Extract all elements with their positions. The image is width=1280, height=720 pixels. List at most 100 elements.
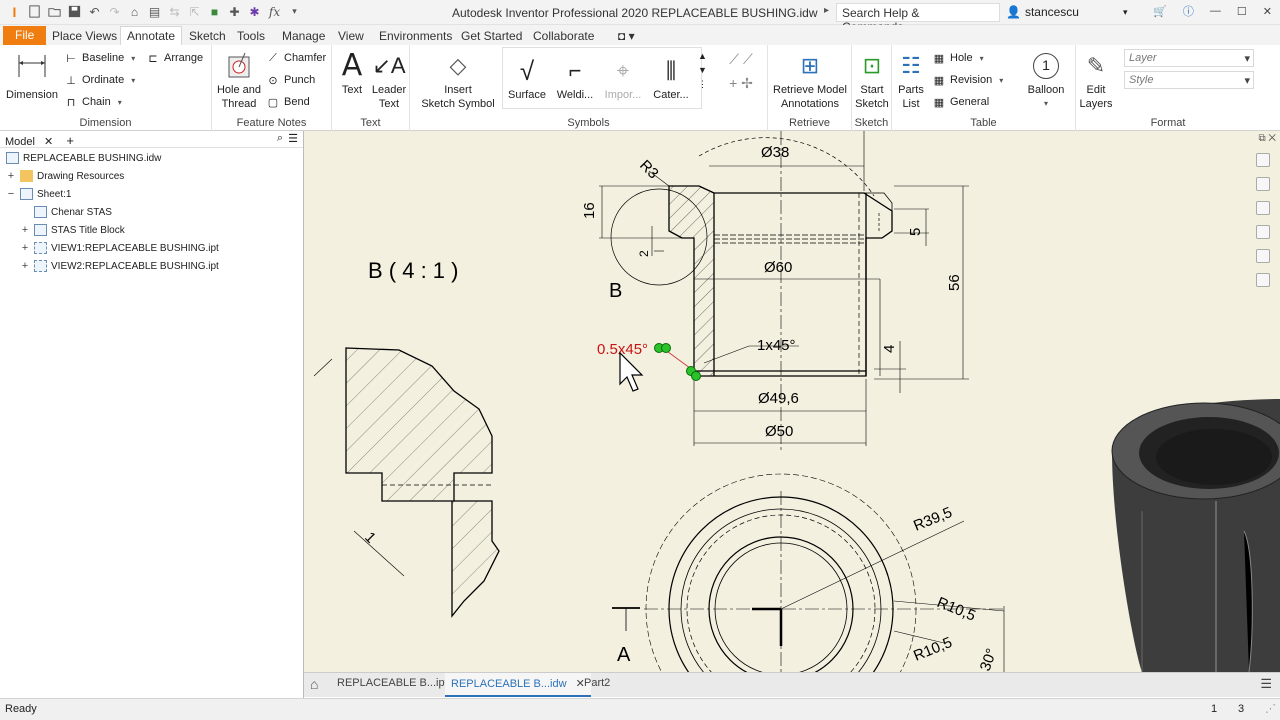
zoom-all-icon[interactable] [1256,225,1270,239]
doc-tab-idw[interactable]: REPLACEABLE B...idw ✕ [445,673,591,697]
tab-get-started[interactable]: Get Started [461,27,522,45]
hole-table-button[interactable]: ▦ Hole ▾ [932,51,984,65]
surface-symbol-button[interactable]: √ Surface [505,54,549,102]
leader-text-button[interactable]: ↙A Leader Text [370,49,408,111]
select-icon[interactable]: ⇱ [186,3,203,20]
tab-environments[interactable]: Environments [379,27,452,45]
retrieve-model-annotations-button[interactable]: ⊞ Retrieve Model Annotations [770,49,850,111]
tab-place-views[interactable]: Place Views [52,27,117,45]
balloon-icon: 1 [1033,53,1059,79]
insert-sketch-symbol-button[interactable]: ◇ Insert Sketch Symbol [416,49,500,111]
dimension-button[interactable]: Dimension [4,49,60,102]
material-icon[interactable]: ■ [206,3,223,20]
minimize-icon[interactable]: — [1210,5,1221,17]
doc-tab-ipt[interactable]: REPLACEABLE B...ipt [337,677,448,689]
customize-dropdown-icon[interactable]: ▾ [286,3,303,20]
hole-thread-icon [228,52,250,78]
arrange-button[interactable]: ⊏ Arrange [146,51,203,65]
browser-add-tab-icon[interactable]: + [66,133,74,148]
expand-icon[interactable]: + [20,260,30,272]
tree-item-border[interactable]: Chenar STAS [20,206,112,218]
edit-layers-button[interactable]: ✎ Edit Layers [1078,49,1114,111]
update-icon[interactable]: ⇆ [166,3,183,20]
print-icon[interactable]: ▤ [146,3,163,20]
tab-view[interactable]: View [338,27,364,45]
browser-header: Model ✕ + ⌕ ☰ [0,131,303,148]
balloon-button[interactable]: 1 Balloon ▾ [1024,49,1068,111]
start-sketch-button[interactable]: ⊡ Start Sketch [854,49,890,111]
tree-item-sheet[interactable]: − Sheet:1 [6,188,71,200]
doc-tab-part2[interactable]: Part2 [584,677,610,689]
zoom-icon[interactable] [1256,201,1270,215]
baseline-button[interactable]: ⊢ Baseline ▾ [64,51,135,65]
tab-file[interactable]: File [3,26,47,45]
import-symbol-button[interactable]: ⌖ Impor... [601,54,645,102]
tab-sketch[interactable]: Sketch [189,27,226,45]
tree-item-view1[interactable]: + VIEW1:REPLACEABLE BUSHING.ipt [20,242,219,254]
tree-item-document[interactable]: REPLACEABLE BUSHING.idw [6,152,161,164]
chain-button[interactable]: ⊓ Chain ▾ [64,95,122,109]
punch-button[interactable]: ⊙ Punch [266,73,315,87]
user-dropdown-icon[interactable]: ▾ [1123,7,1128,18]
bend-button[interactable]: ▢ Bend [266,95,310,109]
style-select[interactable]: Style [1124,71,1254,89]
tree-item-view2[interactable]: + VIEW2:REPLACEABLE BUSHING.ipt [20,260,219,272]
expand-icon[interactable]: + [6,170,16,182]
help-icon[interactable]: ⓘ [1183,3,1194,19]
expand-icon[interactable]: + [20,224,30,236]
tab-tools[interactable]: Tools [237,27,265,45]
fx-icon[interactable]: fx [266,3,283,20]
add-icon[interactable]: ✚ [226,3,243,20]
cart-icon[interactable]: 🛒 [1153,5,1167,18]
undo-icon[interactable]: ↶ [86,3,103,20]
tree-item-drawing-resources[interactable]: + Drawing Resources [6,170,124,182]
new-icon[interactable] [26,3,43,20]
browser-tab-model[interactable]: Model [5,136,35,148]
tree-item-title-block[interactable]: + STAS Title Block [20,224,125,236]
browser-search-icon[interactable]: ⌕ [277,132,283,145]
expand-icon[interactable]: + [20,242,30,254]
maximize-icon[interactable]: ☐ [1237,5,1247,18]
close-icon[interactable]: ✕ [1263,5,1272,18]
gallery-scroll[interactable]: ▲ ▼ ⋮ [698,49,707,91]
revision-table-button[interactable]: ▦ Revision ▾ [932,73,1003,87]
hole-thread-button[interactable]: Hole and Thread [214,49,264,111]
text-button[interactable]: A Text [338,49,366,97]
zoom-window-icon[interactable] [1256,249,1270,263]
browser-tab-close-icon[interactable]: ✕ [44,136,53,148]
document-menu-icon[interactable]: ☰ [1260,676,1272,692]
resize-grip-icon[interactable]: ⋰ [1265,702,1276,715]
chamfer-button[interactable]: ⟋ Chamfer [266,51,326,65]
caterpillar-button[interactable]: ⫼ Cater... [649,54,693,102]
redo-icon[interactable]: ↷ [106,3,123,20]
orbit-icon[interactable] [1256,273,1270,287]
save-icon[interactable] [66,3,83,20]
home-icon[interactable]: ⌂ [126,3,143,20]
symbol-small-tools[interactable]: ⟋ ⟋ + ✢ [716,47,766,95]
canvas-window-controls[interactable]: ⧉ ✕ [1258,133,1276,144]
welding-symbol-button[interactable]: ⌐ Weldi... [553,54,597,102]
drawing-canvas[interactable]: B ( 4 : 1 ) B A R3 Ø38 16 2 5 56 Ø60 0.5… [304,131,1280,672]
search-expand-icon[interactable]: ▸ [824,5,829,16]
search-help-input[interactable]: Search Help & Commands... [836,3,1000,34]
tab-annotate[interactable]: Annotate [120,26,183,46]
ribbon-display-options-icon[interactable]: ◘ ▾ [618,27,635,45]
tab-manage[interactable]: Manage [282,27,325,45]
general-table-button[interactable]: ▦ General [932,95,989,109]
collapse-icon[interactable]: − [6,188,16,200]
ilogic-icon[interactable]: ✱ [246,3,263,20]
layer-select[interactable]: Layer [1124,49,1254,67]
tab-collaborate[interactable]: Collaborate [533,27,594,45]
browser-menu-icon[interactable]: ☰ [288,132,298,145]
steering-wheel-icon[interactable] [1256,153,1270,167]
sheet-icon [20,188,33,200]
home-tab-icon[interactable]: ⌂ [310,676,318,692]
pan-icon[interactable] [1256,177,1270,191]
ordinate-button[interactable]: ⊥ Ordinate ▾ [64,73,135,87]
revision-table-label: Revision [950,74,993,86]
app-logo-icon[interactable]: I [6,3,23,20]
open-icon[interactable] [46,3,63,20]
mouse-cursor-icon [619,351,644,392]
user-account[interactable]: 👤 stancescu ▾ [1006,5,1128,19]
parts-list-button[interactable]: ☷ Parts List [894,49,928,111]
